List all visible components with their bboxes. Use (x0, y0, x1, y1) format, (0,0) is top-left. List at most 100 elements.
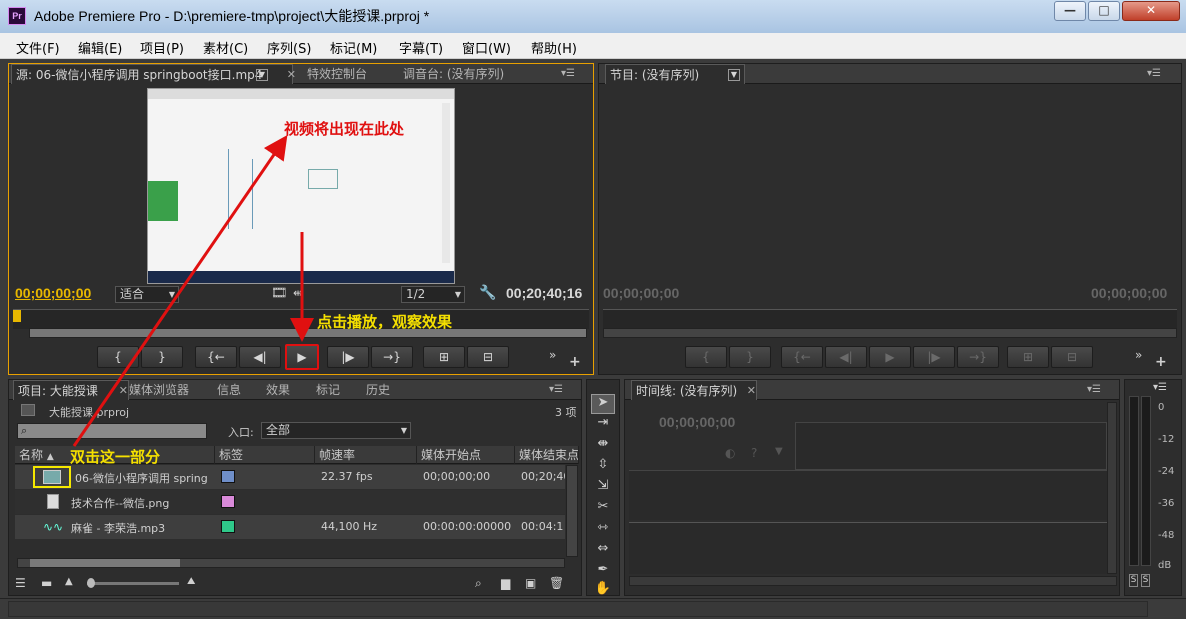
menu-title[interactable]: 字幕(T) (399, 38, 443, 57)
panel-menu-icon[interactable]: ▾☰ (549, 380, 563, 400)
program-step-back-button[interactable]: ◀| (825, 346, 867, 368)
column-media-start[interactable]: 媒体开始点 (417, 446, 515, 464)
film-icon[interactable]: 🎞 (271, 286, 288, 301)
label-color-swatch[interactable] (221, 520, 235, 533)
table-row[interactable]: 技术合作--微信.png (15, 490, 565, 514)
track-select-tool-icon[interactable]: ⇥ (591, 414, 615, 432)
new-bin-icon[interactable]: ▆ (501, 576, 510, 590)
solo-right-button[interactable]: S (1141, 574, 1150, 587)
close-tab-icon[interactable]: ✕ (747, 381, 756, 401)
entry-dropdown[interactable]: 全部 ▼ (261, 422, 411, 439)
ripple-edit-tool-icon[interactable]: ⇼ (591, 435, 615, 453)
audio-tracks-area[interactable] (629, 522, 1107, 574)
panel-menu-icon[interactable]: ▾☰ (1087, 380, 1101, 400)
tab-source[interactable]: 源: 06-微信小程序调用 springboot接口.mp4 ▼ ✕ (11, 64, 296, 85)
snap-icon[interactable]: ◐ (725, 446, 735, 460)
pen-tool-icon[interactable]: ✒ (591, 561, 615, 579)
program-step-forward-button[interactable]: |▶ (913, 346, 955, 368)
panel-menu-icon[interactable]: ▾☰ (1147, 64, 1161, 84)
zoom-out-icon[interactable]: ▲ (65, 576, 73, 587)
table-row[interactable]: 06-微信小程序调用 spring 22.37 fps 00;00;00;00 … (15, 465, 565, 489)
source-time-ruler[interactable] (13, 309, 589, 329)
menu-marker[interactable]: 标记(M) (330, 38, 377, 57)
tab-project[interactable]: 项目: 大能授课 ✕ (13, 380, 129, 400)
zoom-slider[interactable] (87, 578, 179, 588)
go-to-in-button[interactable]: {← (195, 346, 237, 368)
menu-help[interactable]: 帮助(H) (531, 38, 577, 57)
menu-clip[interactable]: 素材(C) (203, 38, 248, 57)
marker-icon[interactable]: ▼ (775, 446, 783, 457)
more-controls-icon[interactable]: » (549, 348, 556, 362)
menu-edit[interactable]: 编辑(E) (78, 38, 122, 57)
panel-menu-icon[interactable]: ▾☰ (561, 64, 575, 84)
solo-left-button[interactable]: S (1129, 574, 1138, 587)
scrollbar-thumb[interactable] (30, 559, 180, 567)
menu-file[interactable]: 文件(F) (16, 38, 60, 57)
source-zoom-bar[interactable] (29, 328, 587, 338)
close-button[interactable]: ✕ (1122, 1, 1180, 21)
new-item-icon[interactable]: ▣ (525, 576, 536, 590)
drag-audio-icon[interactable]: ⇹ (293, 286, 303, 300)
hand-tool-icon[interactable]: ✋ (591, 580, 615, 598)
add-button-icon[interactable]: + (569, 354, 581, 370)
program-go-to-in-button[interactable]: {← (781, 346, 823, 368)
playhead-icon[interactable] (13, 310, 21, 322)
rate-stretch-tool-icon[interactable]: ⇲ (591, 477, 615, 495)
selection-tool-icon[interactable]: ➤ (591, 394, 615, 414)
zoom-in-icon[interactable]: ⛰ (187, 576, 195, 587)
list-view-icon[interactable]: ☰ (15, 576, 26, 590)
menu-window[interactable]: 窗口(W) (462, 38, 511, 57)
resolution-dropdown[interactable]: 1/2 ▼ (401, 286, 465, 303)
icon-view-icon[interactable]: ▬ (41, 576, 52, 590)
column-label[interactable]: 标签 (215, 446, 315, 464)
column-media-end[interactable]: 媒体结束点 (515, 446, 579, 464)
mark-out-button[interactable]: } (141, 346, 183, 368)
more-controls-icon[interactable]: » (1135, 348, 1142, 362)
find-icon[interactable]: ⌕ (475, 576, 482, 591)
tab-effects[interactable]: 效果 (266, 380, 290, 400)
wrench-icon[interactable]: 🔧 (479, 285, 496, 301)
set-marker-icon[interactable]: ? (751, 446, 757, 460)
image-file-icon[interactable] (47, 494, 59, 509)
timeline-horizontal-scrollbar[interactable] (629, 576, 1117, 586)
video-clip-icon[interactable] (43, 470, 61, 484)
step-forward-button[interactable]: |▶ (327, 346, 369, 368)
tab-markers[interactable]: 标记 (316, 380, 340, 400)
menu-project[interactable]: 项目(P) (140, 38, 184, 57)
close-tab-icon[interactable]: ✕ (119, 381, 128, 401)
label-color-swatch[interactable] (221, 495, 235, 508)
tab-audio-mixer[interactable]: 调音台: (没有序列) (403, 64, 504, 84)
program-time-ruler[interactable] (603, 309, 1177, 329)
play-button[interactable]: ▶ (285, 344, 319, 370)
vertical-scrollbar[interactable] (566, 465, 578, 557)
tab-effect-controls[interactable]: 特效控制台 (307, 64, 367, 84)
program-play-button[interactable]: ▶ (869, 346, 911, 368)
zoom-slider-thumb[interactable] (87, 578, 95, 588)
horizontal-scrollbar[interactable] (17, 558, 565, 568)
add-button-icon[interactable]: + (1155, 354, 1167, 370)
step-back-button[interactable]: ◀| (239, 346, 281, 368)
program-mark-in-button[interactable]: { (685, 346, 727, 368)
delete-icon[interactable]: 🗑 (549, 576, 564, 590)
timeline-ruler[interactable] (795, 422, 1107, 470)
go-to-out-button[interactable]: →} (371, 346, 413, 368)
audio-waveform-icon[interactable]: ∿∿ (43, 520, 63, 534)
lift-button[interactable]: ⊞ (1007, 346, 1049, 368)
insert-button[interactable]: ⊞ (423, 346, 465, 368)
slip-tool-icon[interactable]: ⇿ (591, 519, 615, 537)
maximize-button[interactable]: □ (1088, 1, 1120, 21)
minimize-button[interactable]: — (1054, 1, 1086, 21)
razor-tool-icon[interactable]: ✂ (591, 498, 615, 516)
tab-info[interactable]: 信息 (217, 380, 241, 400)
fit-dropdown[interactable]: 适合 ▼ (115, 286, 179, 303)
extract-button[interactable]: ⊟ (1051, 346, 1093, 368)
rolling-edit-tool-icon[interactable]: ⇳ (591, 456, 615, 474)
table-row[interactable]: ∿∿ 麻雀 - 李荣浩.mp3 44,100 Hz 00:00:00:00000… (15, 515, 565, 539)
video-tracks-area[interactable] (629, 470, 1107, 520)
mark-in-button[interactable]: { (97, 346, 139, 368)
program-zoom-bar[interactable] (603, 328, 1177, 338)
tab-media-browser[interactable]: 媒体浏览器 (129, 380, 189, 400)
close-tab-icon[interactable]: ✕ (287, 65, 296, 85)
overlay-button[interactable]: ⊟ (467, 346, 509, 368)
label-color-swatch[interactable] (221, 470, 235, 483)
